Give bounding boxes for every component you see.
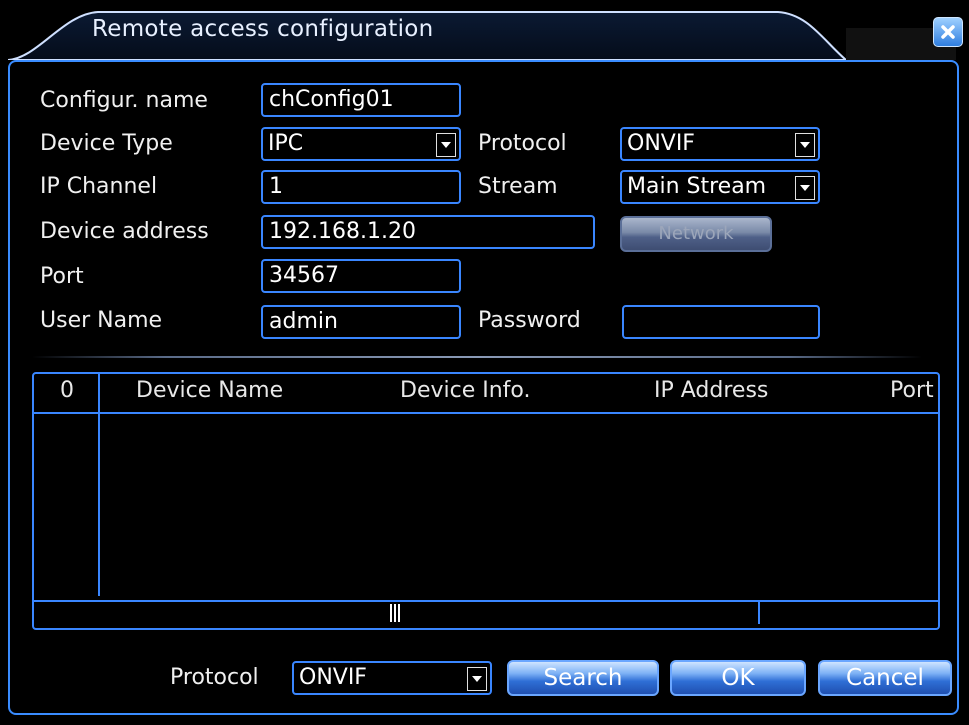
ok-button[interactable]: OK xyxy=(670,660,806,696)
column-header-device-name[interactable]: Device Name xyxy=(136,378,283,403)
device-type-value: IPC xyxy=(268,131,304,156)
cancel-button[interactable]: Cancel xyxy=(818,660,952,696)
grip-icon xyxy=(390,604,400,622)
table-header-divider xyxy=(34,412,938,414)
stream-select[interactable]: Main Stream xyxy=(620,170,820,204)
footer-protocol-value: ONVIF xyxy=(299,665,367,690)
footer-protocol-select[interactable]: ONVIF xyxy=(292,661,492,695)
device-type-select[interactable]: IPC xyxy=(261,127,461,161)
password-input[interactable] xyxy=(622,305,820,339)
protocol-value: ONVIF xyxy=(627,131,695,156)
ip-channel-input[interactable]: 1 xyxy=(261,170,461,204)
window-title: Remote access configuration xyxy=(92,16,434,42)
config-name-input[interactable]: chConfig01 xyxy=(261,83,461,117)
protocol-select[interactable]: ONVIF xyxy=(620,127,820,161)
column-header-index[interactable]: 0 xyxy=(60,378,74,403)
close-icon xyxy=(941,25,955,39)
footer-protocol-label: Protocol xyxy=(170,665,259,690)
username-label: User Name xyxy=(40,308,163,333)
table-column-divider xyxy=(98,374,100,596)
column-header-port[interactable]: Port xyxy=(890,378,934,403)
device-address-input[interactable]: 192.168.1.20 xyxy=(261,215,595,249)
protocol-label: Protocol xyxy=(478,131,567,156)
ip-channel-label: IP Channel xyxy=(40,174,158,199)
search-button[interactable]: Search xyxy=(507,660,659,696)
config-name-label: Configur. name xyxy=(40,88,208,113)
chevron-down-icon xyxy=(436,133,456,157)
port-input[interactable]: 34567 xyxy=(261,259,461,293)
scrollbar-thumb[interactable] xyxy=(34,602,760,624)
password-label: Password xyxy=(478,308,581,333)
remote-access-dialog: Remote access configuration Configur. na… xyxy=(0,0,969,725)
device-type-label: Device Type xyxy=(40,131,173,156)
chevron-down-icon xyxy=(795,176,815,200)
chevron-down-icon xyxy=(795,133,815,157)
device-table: 0 Device Name Device Info. IP Address Po… xyxy=(32,372,940,630)
stream-label: Stream xyxy=(478,174,558,199)
port-label: Port xyxy=(40,264,84,289)
stream-value: Main Stream xyxy=(627,174,767,199)
close-button[interactable] xyxy=(933,17,963,47)
chevron-down-icon xyxy=(467,667,487,691)
device-address-label: Device address xyxy=(40,219,209,244)
horizontal-scrollbar[interactable] xyxy=(34,600,938,626)
divider xyxy=(32,356,922,358)
username-input[interactable]: admin xyxy=(261,305,461,339)
column-header-ip-address[interactable]: IP Address xyxy=(654,378,768,403)
column-header-device-info[interactable]: Device Info. xyxy=(400,378,530,403)
network-button[interactable]: Network xyxy=(620,216,772,252)
